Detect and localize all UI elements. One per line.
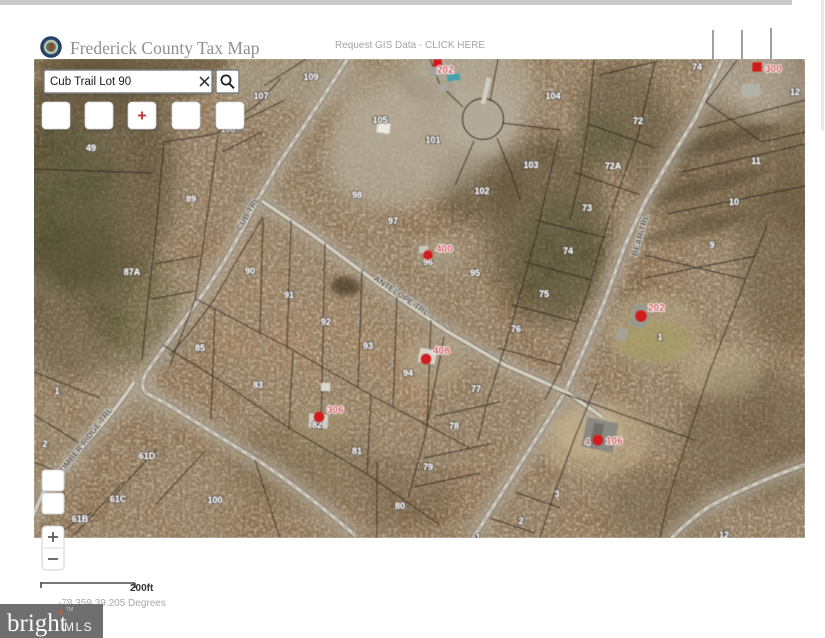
svg-text:85: 85 — [195, 343, 205, 353]
svg-text:107: 107 — [253, 91, 268, 101]
svg-text:306: 306 — [327, 405, 344, 416]
svg-text:1: 1 — [475, 532, 480, 542]
svg-text:10: 10 — [729, 197, 739, 207]
svg-text:+: + — [58, 608, 64, 619]
svg-text:95: 95 — [470, 268, 480, 278]
svg-text:77: 77 — [471, 384, 481, 394]
svg-text:408: 408 — [433, 346, 450, 357]
svg-text:72A: 72A — [605, 161, 622, 171]
svg-text:MLS: MLS — [64, 620, 93, 634]
svg-text:202: 202 — [648, 303, 665, 314]
svg-text:4: 4 — [585, 437, 590, 447]
svg-text:Request GIS Data - CLICK HERE: Request GIS Data - CLICK HERE — [335, 40, 485, 51]
svg-text:87A: 87A — [124, 267, 141, 277]
svg-text:106: 106 — [606, 436, 623, 447]
svg-text:76: 76 — [511, 324, 521, 334]
svg-text:12: 12 — [719, 530, 729, 540]
svg-text:74: 74 — [692, 62, 702, 72]
svg-text:11: 11 — [751, 156, 761, 166]
svg-text:103: 103 — [523, 160, 538, 170]
svg-text:78: 78 — [449, 421, 459, 431]
svg-text:12: 12 — [790, 87, 800, 97]
svg-text:101: 101 — [425, 135, 440, 145]
svg-text:202: 202 — [437, 65, 454, 76]
svg-text:97: 97 — [388, 216, 398, 226]
svg-text:83: 83 — [253, 380, 263, 390]
svg-text:90: 90 — [245, 266, 255, 276]
svg-text:105: 105 — [372, 115, 387, 125]
svg-text:81: 81 — [352, 446, 362, 456]
svg-text:61D: 61D — [139, 451, 156, 461]
svg-text:79: 79 — [423, 462, 433, 472]
svg-text:61C: 61C — [110, 494, 127, 504]
svg-text:2: 2 — [518, 516, 523, 526]
svg-text:102: 102 — [474, 186, 489, 196]
svg-text:200ft: 200ft — [130, 583, 154, 594]
svg-text:75: 75 — [539, 289, 549, 299]
svg-text:104: 104 — [545, 91, 560, 101]
svg-text:9: 9 — [709, 240, 714, 250]
svg-text:89: 89 — [186, 194, 196, 204]
svg-text:91: 91 — [284, 290, 294, 300]
svg-text:98: 98 — [352, 190, 362, 200]
svg-text:300: 300 — [765, 64, 782, 75]
svg-text:1: 1 — [54, 386, 59, 396]
svg-text:100: 100 — [207, 495, 222, 505]
svg-text:400: 400 — [436, 244, 453, 255]
svg-text:1: 1 — [657, 332, 662, 342]
svg-text:49: 49 — [86, 143, 96, 153]
svg-text:80: 80 — [395, 501, 405, 511]
svg-text:61B: 61B — [72, 514, 89, 524]
svg-text:92: 92 — [321, 317, 331, 327]
svg-text:94: 94 — [403, 368, 413, 378]
svg-text:72: 72 — [633, 116, 643, 126]
svg-text:74: 74 — [563, 246, 573, 256]
svg-text:73: 73 — [582, 203, 592, 213]
svg-text:109: 109 — [303, 72, 318, 82]
svg-text:TM: TM — [66, 607, 73, 613]
svg-text:Frederick County Tax Map: Frederick County Tax Map — [70, 38, 260, 58]
svg-text:3: 3 — [554, 489, 559, 499]
svg-text:Cub Trail Lot 90: Cub Trail Lot 90 — [50, 76, 131, 88]
svg-text:93: 93 — [363, 341, 373, 351]
svg-text:2: 2 — [42, 439, 47, 449]
